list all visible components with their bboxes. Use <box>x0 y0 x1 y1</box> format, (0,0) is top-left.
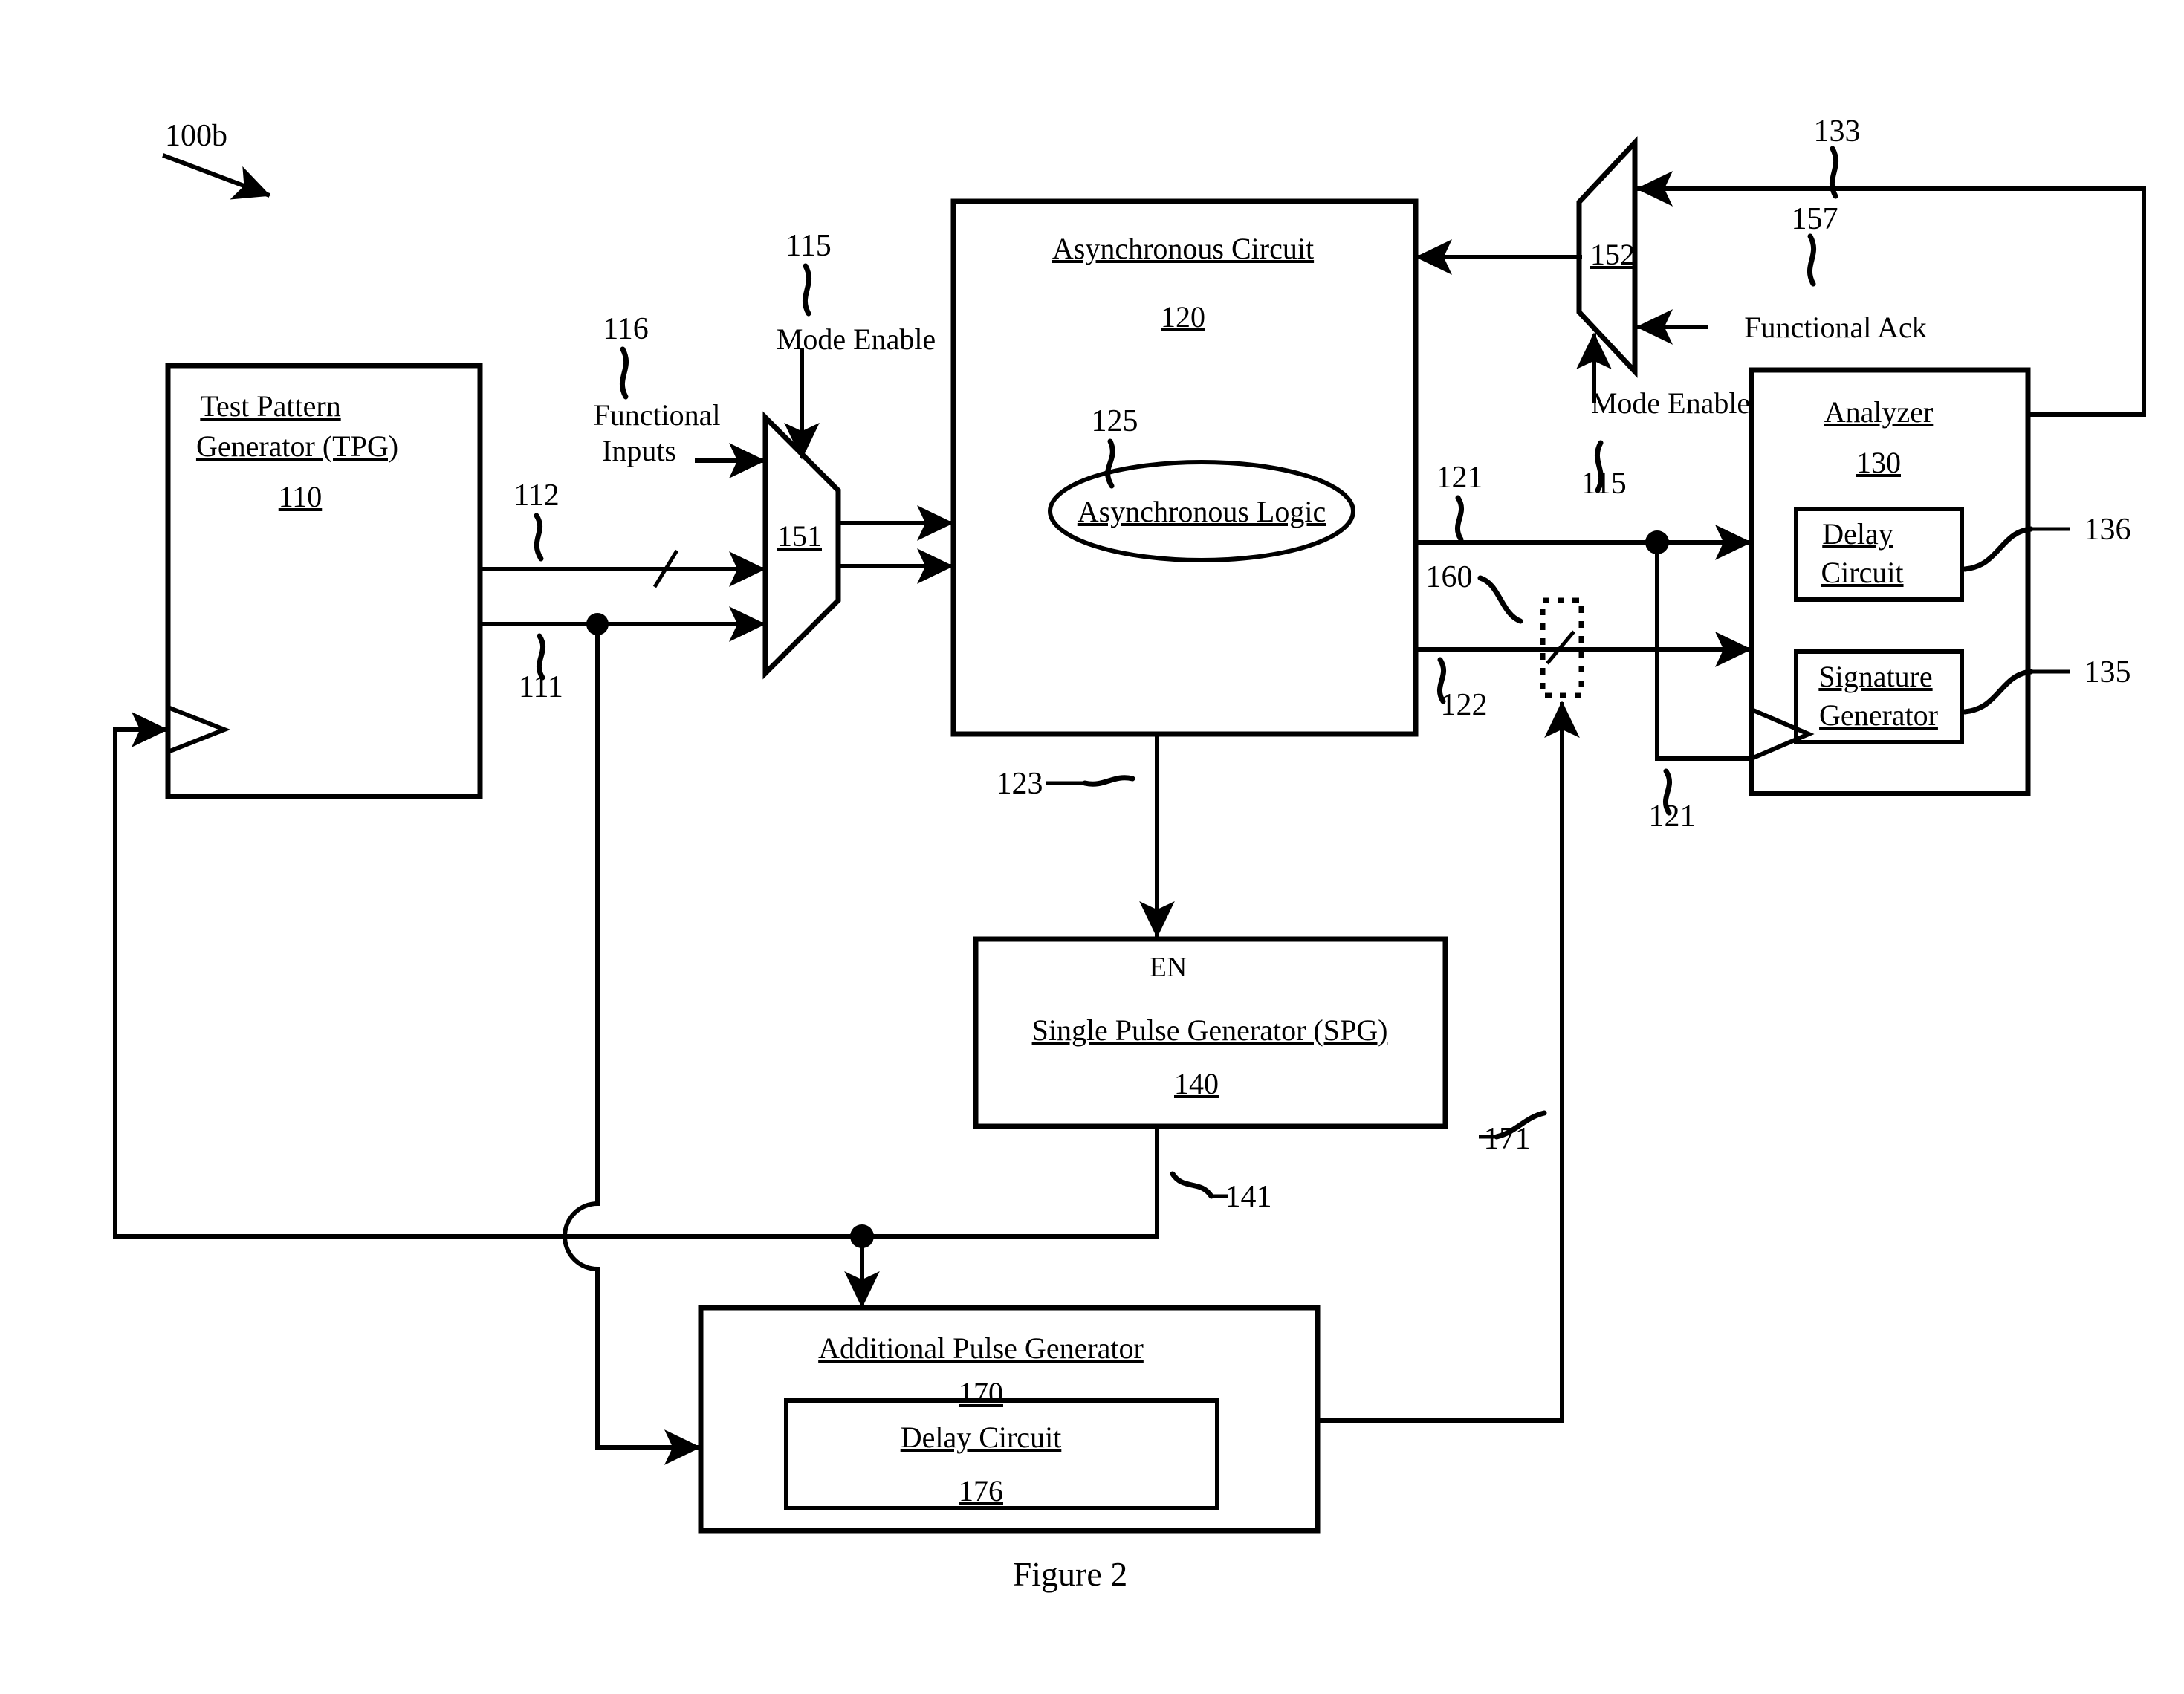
system-ref-arrow <box>162 153 271 200</box>
patent-figure-2: 100b Test Pattern Generator (TPG) 110 11… <box>0 0 2184 1694</box>
async-logic-label: Asynchronous Logic <box>1078 495 1326 528</box>
analyzer-ref: 130 <box>1856 446 1901 479</box>
apg-delay-circuit-title: Delay Circuit <box>901 1421 1062 1454</box>
wire-tpg-out-112 <box>479 513 766 588</box>
input-mux-ref: 151 <box>777 519 822 553</box>
tpg-out-112-ref: 112 <box>513 478 559 513</box>
functional-inputs-label-line2: Inputs <box>602 434 676 467</box>
async-logic-ref: 125 <box>1092 404 1138 438</box>
figure-canvas: 100b Test Pattern Generator (TPG) 110 11… <box>113 114 2146 1593</box>
signature-generator-line2: Generator <box>1819 698 1938 732</box>
functional-ack-157-ref: 157 <box>1792 202 1838 236</box>
wire-ack-feedback-133 <box>1636 146 2146 417</box>
wire-async-out-123 <box>1046 732 1175 938</box>
delay-circuit-136-line2: Circuit <box>1821 556 1903 589</box>
system-ref-label: 100b <box>165 119 227 153</box>
analyzer-title: Analyzer <box>1824 395 1934 429</box>
signature-generator-ref: 135 <box>2084 655 2131 689</box>
spg-enable-label: EN <box>1150 952 1187 983</box>
tpg-ref: 110 <box>279 480 323 513</box>
wire-mux151-out <box>836 505 954 584</box>
signature-generator-line1: Signature <box>1818 660 1932 693</box>
mode-enable-left-label: Mode Enable <box>777 322 936 356</box>
apg-ref: 170 <box>959 1376 1003 1409</box>
spg-out-141-ref: 141 <box>1225 1180 1272 1214</box>
ack-mux-152 <box>1540 136 1638 403</box>
spg-title: Single Pulse Generator (SPG) <box>1032 1013 1388 1047</box>
async-circuit-title: Asynchronous Circuit <box>1052 232 1314 265</box>
functional-ack-label: Functional Ack <box>1744 311 1927 344</box>
asynchronous-circuit-block <box>950 198 1419 737</box>
async-out-121-ref: 121 <box>1436 461 1483 495</box>
wire-apg-out-171 <box>1315 701 1580 1423</box>
async-out-122-ref: 122 <box>1441 688 1488 722</box>
mode-enable-right-ref: 115 <box>1581 467 1626 501</box>
apg-title: Additional Pulse Generator <box>818 1331 1144 1365</box>
functional-inputs-label-line1: Functional <box>593 398 720 432</box>
observe-point-160-ref: 160 <box>1426 560 1473 594</box>
tpg-title-line2: Generator (TPG) <box>196 429 398 463</box>
apg-delay-circuit-ref: 176 <box>959 1474 1003 1508</box>
async-out-123-ref: 123 <box>997 767 1043 801</box>
figure-caption: Figure 2 <box>1013 1555 1128 1593</box>
delay-circuit-136-line1: Delay <box>1822 517 1893 551</box>
functional-inputs-ref: 116 <box>603 312 648 346</box>
apg-out-171-ref: 171 <box>1484 1122 1531 1156</box>
mode-enable-right-label: Mode Enable <box>1591 386 1750 420</box>
delay-circuit-136-ref: 136 <box>2084 513 2131 547</box>
ack-feedback-133-ref: 133 <box>1814 114 1861 149</box>
leadline-mode-enable-115-left <box>803 263 811 317</box>
tpg-out-111-ref: 111 <box>519 670 563 704</box>
mode-enable-left-ref: 115 <box>785 229 831 263</box>
ack-mux-ref: 152 <box>1590 238 1635 271</box>
input-mux-151 <box>762 348 841 680</box>
tpg-title-line1: Test Pattern <box>200 389 340 423</box>
wire-tpg-out-111 <box>479 606 766 1465</box>
async-circuit-ref: 120 <box>1161 300 1205 334</box>
spg-ref: 140 <box>1174 1067 1219 1100</box>
analyzer-clk-121-ref: 121 <box>1649 799 1696 834</box>
